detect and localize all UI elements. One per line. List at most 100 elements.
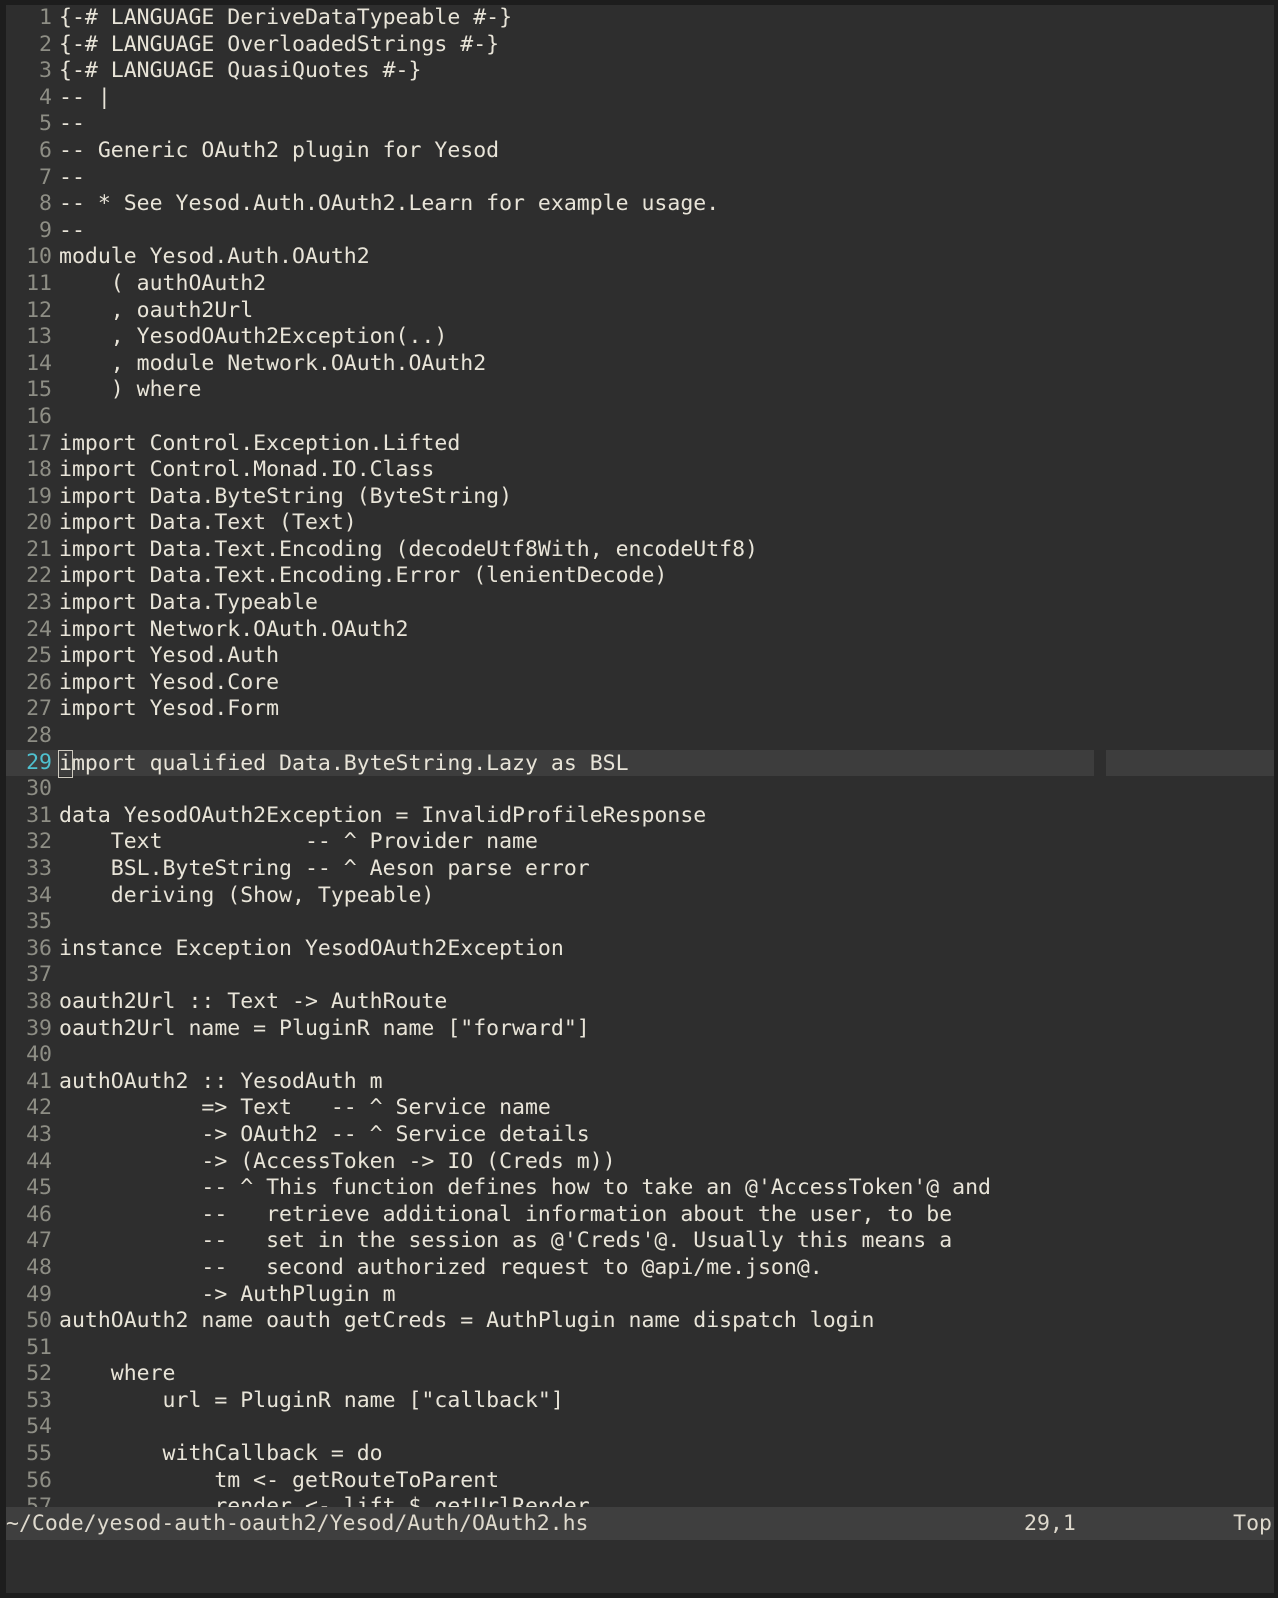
line-number: 53 [26, 1387, 52, 1413]
line-text: withCallback = do [59, 1441, 383, 1467]
code-line[interactable]: 8 -- * See Yesod.Auth.OAuth2.Learn for ex… [6, 191, 1274, 218]
line-text: , oauth2Url [59, 297, 254, 323]
line-number: 52 [26, 1361, 52, 1387]
code-line[interactable]: 19 import Data.ByteString (ByteString) [6, 484, 1274, 511]
code-line[interactable]: 22 import Data.Text.Encoding.Error (lenie… [6, 563, 1274, 590]
code-line[interactable]: 9 -- [6, 218, 1274, 245]
code-line[interactable]: 15 ) where [6, 377, 1274, 404]
line-text: -- Generic OAuth2 plugin for Yesod [59, 137, 500, 163]
line-text: render <- lift $ getUrlRender [59, 1494, 590, 1507]
code-line[interactable]: 43 -> OAuth2 -- ^ Service details [6, 1122, 1274, 1149]
line-number: 20 [26, 510, 52, 536]
code-line[interactable]: 50 authOAuth2 name oauth getCreds = AuthP… [6, 1308, 1274, 1335]
line-text: tm <- getRouteToParent [59, 1467, 500, 1493]
code-line[interactable]: 2 {-# LANGUAGE OverloadedStrings #-} [6, 32, 1274, 59]
vim-command-line[interactable]: ^[[2;2R/yesod-auth-oauth2/Yesod/Auth/OAu… [6, 1540, 1274, 1574]
code-line[interactable]: 6 -- Generic OAuth2 plugin for Yesod [6, 138, 1274, 165]
code-line[interactable]: 18 import Control.Monad.IO.Class [6, 457, 1274, 484]
code-line[interactable]: 39 oauth2Url name = PluginR name ["forwar… [6, 1016, 1274, 1043]
code-line[interactable]: 25 import Yesod.Auth [6, 643, 1274, 670]
code-line[interactable]: 4 -- | [6, 85, 1274, 112]
line-number: 15 [26, 377, 52, 403]
code-line[interactable]: 27 import Yesod.Form [6, 696, 1274, 723]
code-line[interactable]: 17 import Control.Exception.Lifted [6, 431, 1274, 458]
code-line[interactable]: 34 deriving (Show, Typeable) [6, 883, 1274, 910]
code-line[interactable]: 24 import Network.OAuth.OAuth2 [6, 617, 1274, 644]
code-line[interactable]: 38 oauth2Url :: Text -> AuthRoute [6, 989, 1274, 1016]
code-line[interactable]: 46 -- retrieve additional information ab… [6, 1202, 1274, 1229]
code-line-current[interactable]: 29 import qualified Data.ByteString.Lazy … [6, 749, 1274, 779]
code-line[interactable]: 5 -- [6, 111, 1274, 138]
line-text: -- [59, 217, 85, 243]
line-number: 23 [26, 590, 52, 616]
line-number: 2 [39, 31, 52, 57]
code-line[interactable]: 20 import Data.Text (Text) [6, 510, 1274, 537]
line-number: 1 [39, 5, 52, 30]
code-line[interactable]: 48 -- second authorized request to @api/… [6, 1255, 1274, 1282]
code-line[interactable]: 32 Text -- ^ Provider name [6, 829, 1274, 856]
code-line[interactable]: 40 [6, 1042, 1274, 1069]
line-text: ( authOAuth2 [59, 270, 267, 296]
code-line[interactable]: 35 [6, 909, 1274, 936]
code-line[interactable]: 1 {-# LANGUAGE DeriveDataTypeable #-} [6, 5, 1274, 32]
code-line[interactable]: 49 -> AuthPlugin m [6, 1282, 1274, 1309]
line-number: 35 [26, 909, 52, 935]
line-number: 37 [26, 962, 52, 988]
code-line[interactable]: 57 render <- lift $ getUrlRender [6, 1494, 1274, 1507]
code-line[interactable]: 36 instance Exception YesodOAuth2Exceptio… [6, 936, 1274, 963]
status-cursor-position: 29,1 [1024, 1511, 1076, 1536]
code-line[interactable]: 45 -- ^ This function defines how to tak… [6, 1175, 1274, 1202]
code-line[interactable]: 10 module Yesod.Auth.OAuth2 [6, 244, 1274, 271]
line-text: import Data.Text.Encoding (decodeUtf8Wit… [59, 536, 758, 562]
line-number: 38 [26, 988, 52, 1014]
code-line[interactable]: 42 => Text -- ^ Service name [6, 1095, 1274, 1122]
code-line[interactable]: 28 [6, 723, 1274, 750]
line-number: 39 [26, 1015, 52, 1041]
line-text: -- retrieve additional information about… [59, 1201, 953, 1227]
code-line[interactable]: 12 , oauth2Url [6, 298, 1274, 325]
code-line[interactable]: 41 authOAuth2 :: YesodAuth m [6, 1069, 1274, 1096]
code-line[interactable]: 51 [6, 1335, 1274, 1362]
code-line[interactable]: 23 import Data.Typeable [6, 590, 1274, 617]
line-number: 31 [26, 802, 52, 828]
code-line[interactable]: 14 , module Network.OAuth.OAuth2 [6, 351, 1274, 378]
code-line[interactable]: 30 [6, 776, 1274, 803]
code-line[interactable]: 31 data YesodOAuth2Exception = InvalidPro… [6, 803, 1274, 830]
line-number: 49 [26, 1281, 52, 1307]
code-line[interactable]: 47 -- set in the session as @'Creds'@. U… [6, 1228, 1274, 1255]
line-number: 33 [26, 856, 52, 881]
code-line[interactable]: 55 withCallback = do [6, 1441, 1274, 1468]
code-line[interactable]: 21 import Data.Text.Encoding (decodeUtf8W… [6, 537, 1274, 564]
line-number: 17 [26, 430, 52, 456]
line-number: 19 [26, 483, 52, 509]
code-line[interactable]: 16 [6, 404, 1274, 431]
code-line[interactable]: 3 {-# LANGUAGE QuasiQuotes #-} [6, 58, 1274, 85]
code-line[interactable]: 53 url = PluginR name ["callback"] [6, 1388, 1274, 1415]
code-line[interactable]: 11 ( authOAuth2 [6, 271, 1274, 298]
line-text: import Control.Exception.Lifted [59, 430, 461, 456]
line-text: -- [59, 164, 85, 190]
code-line[interactable]: 56 tm <- getRouteToParent [6, 1468, 1274, 1495]
vertical-scrollbar-track[interactable] [1094, 5, 1106, 1507]
line-number: 55 [26, 1441, 52, 1467]
line-text: authOAuth2 :: YesodAuth m [59, 1068, 383, 1094]
terminal-window: 1 {-# LANGUAGE DeriveDataTypeable #-} 2 {-#… [0, 0, 1278, 1598]
line-number: 11 [26, 270, 52, 296]
code-line[interactable]: 44 -> (AccessToken -> IO (Creds m)) [6, 1149, 1274, 1176]
vim-editor-buffer[interactable]: 1 {-# LANGUAGE DeriveDataTypeable #-} 2 {-#… [6, 5, 1274, 1507]
code-line[interactable]: 37 [6, 962, 1274, 989]
line-text: deriving (Show, Typeable) [59, 882, 435, 908]
code-line[interactable]: 7 -- [6, 165, 1274, 192]
line-text: => Text -- ^ Service name [59, 1095, 551, 1121]
code-line[interactable]: 52 where [6, 1361, 1274, 1388]
line-text: -> (AccessToken -> IO (Creds m)) [59, 1148, 616, 1174]
code-line[interactable]: 26 import Yesod.Core [6, 670, 1274, 697]
code-line-list: 1 {-# LANGUAGE DeriveDataTypeable #-} 2 {-#… [6, 5, 1274, 1507]
line-number: 47 [26, 1228, 52, 1254]
code-line[interactable]: 13 , YesodOAuth2Exception(..) [6, 324, 1274, 351]
line-text: -- [59, 111, 85, 137]
line-number: 4 [39, 84, 52, 110]
code-line[interactable]: 33 BSL.ByteString -- ^ Aeson parse error [6, 856, 1274, 883]
line-number: 8 [39, 191, 52, 217]
code-line[interactable]: 54 [6, 1414, 1274, 1441]
